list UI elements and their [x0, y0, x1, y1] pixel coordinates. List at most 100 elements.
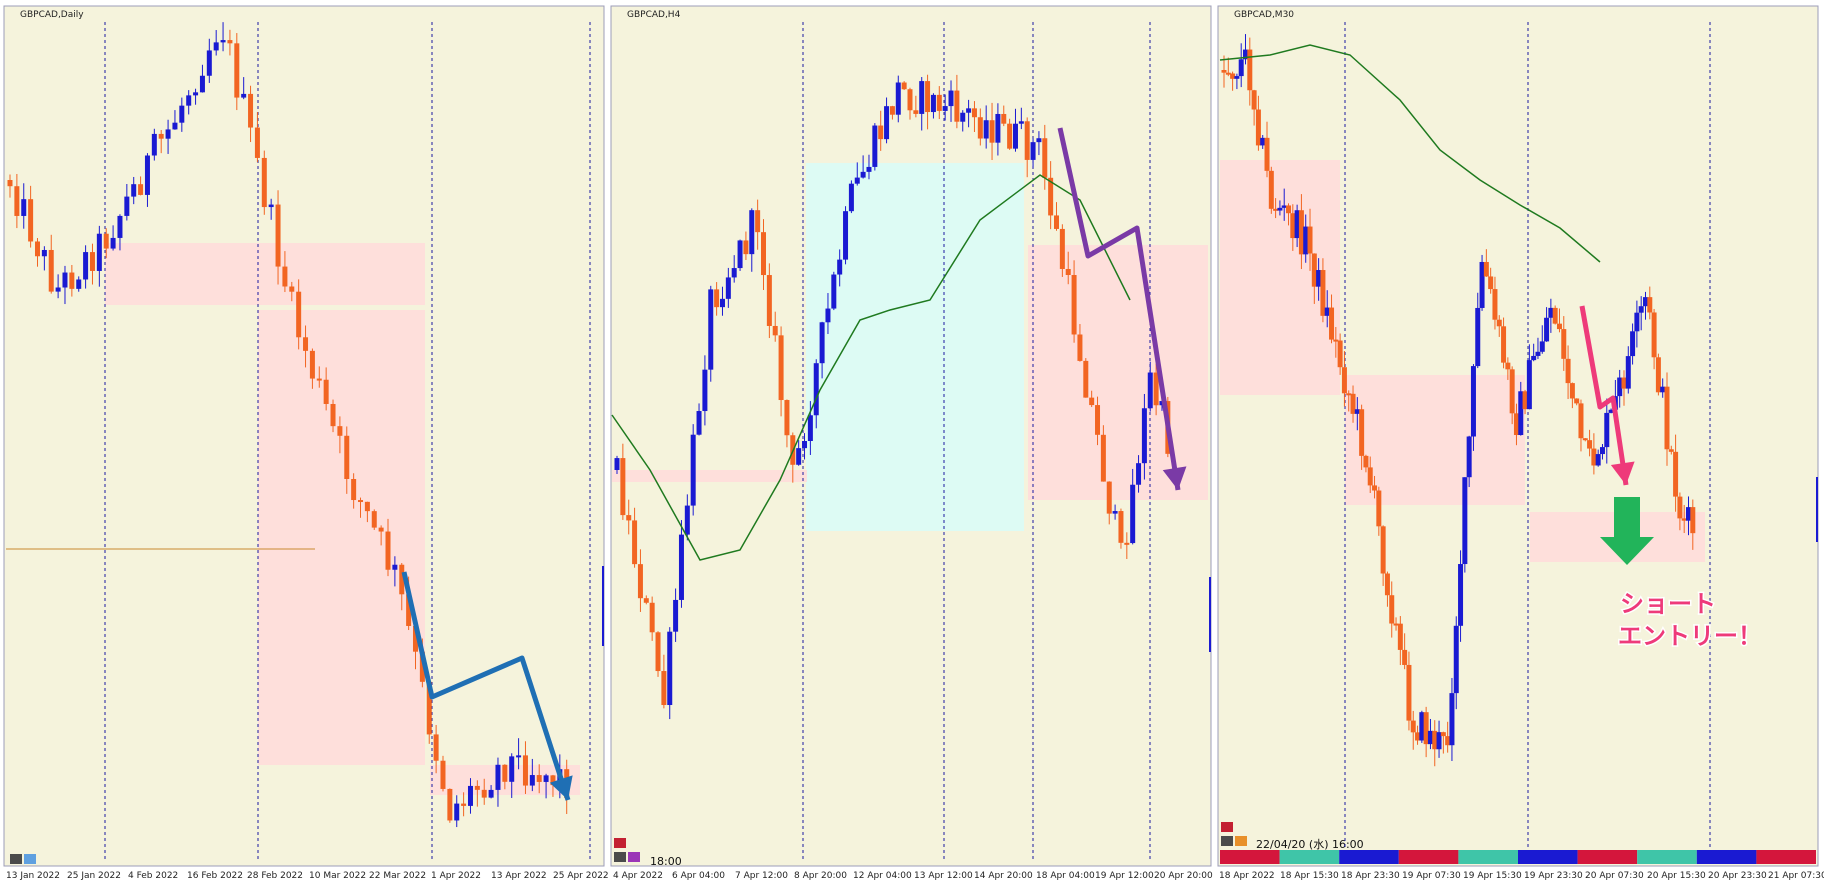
candle-body [1578, 403, 1584, 439]
candle-body [930, 94, 936, 113]
candle-body [772, 325, 778, 336]
candle-body [502, 764, 508, 782]
candle-body [69, 272, 75, 289]
candle-body [1118, 511, 1124, 543]
candle-body [1621, 377, 1627, 389]
candle-body [48, 249, 54, 292]
candle-body [1522, 391, 1528, 410]
candle-body [1423, 712, 1429, 745]
panel-toolbar-icon [1221, 822, 1233, 832]
candle-body [1089, 397, 1095, 406]
candle-body [467, 785, 473, 806]
candle-body [825, 308, 831, 323]
candle-body [1492, 289, 1498, 320]
candle-body [1569, 383, 1575, 399]
candle-body [925, 81, 931, 113]
candle-body [1655, 357, 1661, 393]
candle-body [837, 259, 843, 275]
candle-body [702, 369, 708, 412]
candle-body [144, 155, 150, 195]
candle-body [1042, 138, 1048, 178]
candle-body [1591, 448, 1597, 466]
candle-body [1077, 334, 1083, 361]
candle-body [1281, 205, 1287, 208]
candle-body [1544, 317, 1550, 342]
m30-x-label: 20 Apr 23:30 [1708, 871, 1767, 881]
candle-body [282, 266, 288, 287]
daily-x-label: 13 Jan 2022 [6, 871, 60, 881]
candle-body [632, 520, 638, 565]
candle-body [1415, 732, 1421, 741]
candle-body [254, 127, 260, 158]
candle-body [737, 240, 743, 269]
candle-body [303, 337, 309, 351]
candle-body [1141, 408, 1147, 464]
candle-body [1065, 268, 1071, 276]
candle-body [1100, 434, 1106, 482]
candle-body [83, 252, 89, 280]
candle-body [1059, 228, 1065, 269]
candle-body [977, 117, 983, 139]
price-marker [1816, 477, 1818, 542]
daily-x-label: 1 Apr 2022 [431, 871, 481, 881]
candle-body [234, 43, 240, 98]
candle-body [21, 199, 27, 216]
candle-body [901, 82, 907, 90]
candle-body [1681, 518, 1687, 521]
candle-body [1642, 297, 1648, 307]
daily-x-label: 16 Feb 2022 [187, 871, 243, 881]
candle-body [884, 106, 890, 140]
candle-body [14, 186, 20, 216]
candle-body [1384, 573, 1390, 596]
candle-body [1147, 372, 1153, 409]
candle-body [1565, 358, 1571, 384]
price-zone [258, 310, 425, 765]
candle-body [172, 122, 178, 130]
candle-body [1255, 109, 1261, 146]
session-color-bar [1220, 850, 1280, 864]
candle-body [1685, 507, 1691, 521]
h4-x-label: 18 Apr 04:00 [1036, 871, 1095, 881]
candle-body [843, 211, 849, 260]
h4-time-readout: 18:00 [650, 855, 682, 868]
candle-body [337, 426, 343, 436]
panel-toolbar-icon [10, 854, 22, 864]
session-color-bar [1756, 850, 1816, 864]
candle-body [1268, 170, 1274, 209]
candle-body [807, 415, 813, 441]
candle-body [275, 204, 281, 267]
candle-body [364, 501, 370, 512]
m30-x-label: 18 Apr 15:30 [1280, 871, 1339, 881]
candle-body [509, 756, 515, 782]
candle-body [1329, 307, 1335, 340]
candle-body [1556, 323, 1562, 330]
candle-body [7, 180, 13, 187]
candle-body [1668, 449, 1674, 452]
candle-body [461, 803, 467, 806]
candle-body [495, 764, 501, 790]
candle-body [719, 298, 725, 308]
candle-body [1389, 595, 1395, 624]
candle-body [488, 789, 494, 798]
daily-x-label: 13 Apr 2022 [491, 871, 547, 881]
candle-body [1095, 405, 1101, 435]
candle-body [1458, 564, 1464, 626]
candle-body [529, 775, 535, 786]
candle-body [983, 120, 989, 139]
candle-body [296, 291, 302, 338]
panel-toolbar-icon [1221, 836, 1233, 846]
candle-body [1677, 496, 1683, 519]
candle-body [708, 289, 714, 370]
panel-toolbar-icon [614, 852, 626, 862]
h4-x-label: 14 Apr 20:00 [974, 871, 1033, 881]
candle-body [1230, 73, 1236, 79]
candle-body [1548, 307, 1554, 318]
candle-body [1496, 319, 1502, 327]
candle-body [1397, 623, 1403, 650]
candle-body [966, 108, 972, 113]
chart-workspace: GBPCAD,Daily 13 Jan 2022 25 Jan 2022 4 F… [0, 0, 1824, 890]
price-zone [806, 163, 1024, 531]
m30-x-label: 19 Apr 23:30 [1524, 871, 1583, 881]
h4-x-label: 12 Apr 04:00 [853, 871, 912, 881]
candle-body [309, 350, 315, 379]
